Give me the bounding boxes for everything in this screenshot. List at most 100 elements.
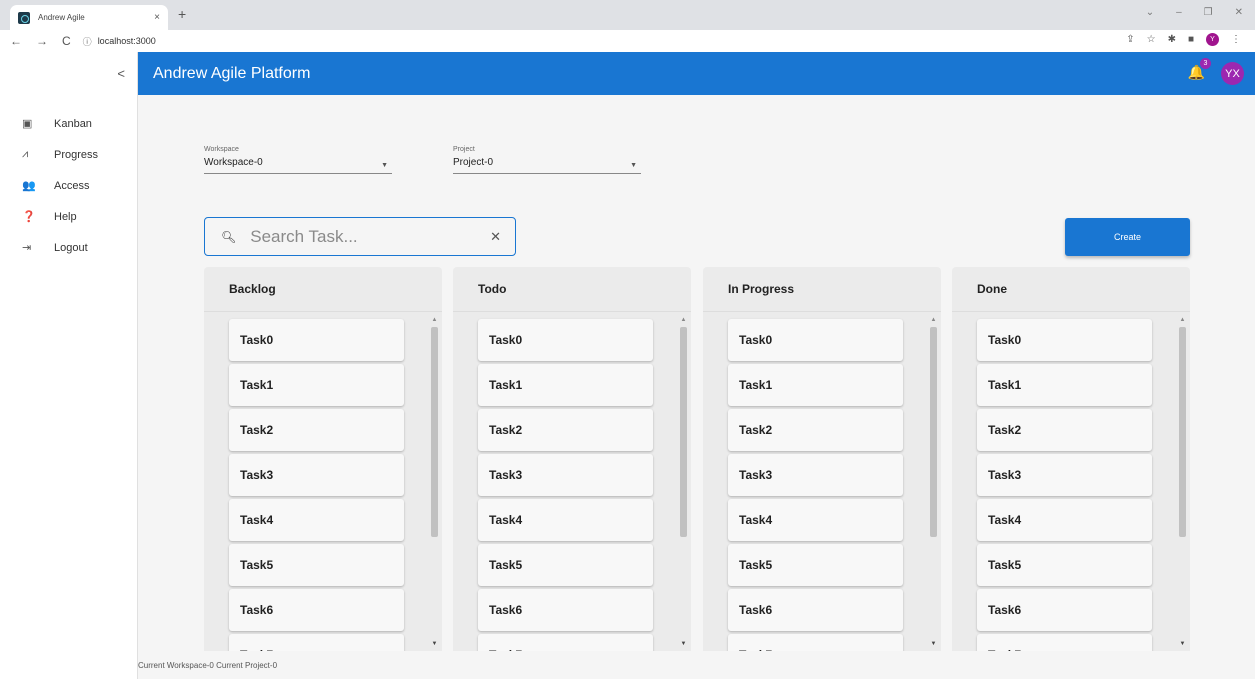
scroll-up-icon[interactable]: ▲ (929, 317, 938, 323)
window-controls: ⌄ – ❐ ✕ (1146, 7, 1243, 18)
people-icon: 👥 (22, 180, 36, 192)
tab-search-icon[interactable]: ⌄ (1146, 7, 1154, 18)
column-title: In Progress (703, 267, 941, 312)
task-card[interactable]: Task6 (229, 589, 404, 631)
scroll-down-icon[interactable]: ▼ (929, 641, 938, 647)
tab-close-icon[interactable]: × (154, 12, 160, 23)
scrollbar[interactable]: ▲ ▼ (1178, 317, 1187, 647)
sidebar-item-label: Help (54, 210, 77, 223)
task-card[interactable]: Task5 (977, 544, 1152, 586)
task-card[interactable]: Task2 (977, 409, 1152, 451)
scrollbar-thumb[interactable] (680, 327, 687, 537)
task-card[interactable]: Task6 (728, 589, 903, 631)
column-backlog: Backlog Task0 Task1 Task2 Task3 Task4 Ta… (204, 267, 442, 651)
task-card[interactable]: Task7 (977, 634, 1152, 651)
minimize-icon[interactable]: – (1176, 7, 1182, 18)
task-card[interactable]: Task7 (229, 634, 404, 651)
scroll-down-icon[interactable]: ▼ (430, 641, 439, 647)
url-text: localhost:3000 (97, 36, 156, 46)
task-card[interactable]: Task5 (728, 544, 903, 586)
workspace-value: Workspace-0 (204, 157, 263, 168)
browser-extensions: ⇪ ☆ ✱ ■ Y ⋮ (1126, 33, 1241, 46)
sidebar-item-help[interactable]: ❓ Help (0, 201, 138, 232)
card-list: Task0 Task1 Task2 Task3 Task4 Task5 Task… (977, 319, 1152, 651)
scrollbar-thumb[interactable] (431, 327, 438, 537)
scroll-up-icon[interactable]: ▲ (679, 317, 688, 323)
sidebar-item-kanban[interactable]: ▣ Kanban (0, 108, 138, 139)
collapse-sidebar-icon[interactable]: < (117, 66, 125, 81)
column-title: Todo (453, 267, 691, 312)
tab-title: Andrew Agile (38, 13, 85, 22)
clear-search-icon[interactable]: ✕ (490, 229, 501, 245)
forward-icon[interactable]: → (36, 34, 48, 48)
task-card[interactable]: Task1 (977, 364, 1152, 406)
sidebar-item-progress[interactable]: ⩘ Progress (0, 139, 138, 170)
workspace-label: Workspace (204, 146, 239, 153)
task-card[interactable]: Task1 (478, 364, 653, 406)
task-card[interactable]: Task3 (229, 454, 404, 496)
back-icon[interactable]: ← (10, 34, 22, 48)
browser-tab[interactable]: Andrew Agile × (10, 5, 168, 30)
reload-icon[interactable]: C (62, 34, 71, 48)
search-input[interactable] (250, 226, 471, 247)
workspace-select[interactable]: Workspace Workspace-0 ▼ (204, 146, 392, 174)
task-card[interactable]: Task0 (229, 319, 404, 361)
dropdown-arrow-icon: ▼ (381, 162, 388, 169)
task-card[interactable]: Task3 (728, 454, 903, 496)
scroll-down-icon[interactable]: ▼ (679, 641, 688, 647)
column-done: Done Task0 Task1 Task2 Task3 Task4 Task5… (952, 267, 1190, 651)
task-card[interactable]: Task5 (229, 544, 404, 586)
column-in-progress: In Progress Task0 Task1 Task2 Task3 Task… (703, 267, 941, 651)
task-card[interactable]: Task2 (728, 409, 903, 451)
scrollbar-thumb[interactable] (1179, 327, 1186, 537)
task-card[interactable]: Task0 (728, 319, 903, 361)
task-card[interactable]: Task3 (977, 454, 1152, 496)
task-card[interactable]: Task3 (478, 454, 653, 496)
task-card[interactable]: Task5 (478, 544, 653, 586)
logout-icon: ⇥ (22, 242, 32, 254)
search-box: 🔍︎ ✕ (204, 217, 516, 256)
profile-icon[interactable]: Y (1206, 33, 1219, 46)
kanban-icon: ▣ (22, 118, 33, 130)
scroll-up-icon[interactable]: ▲ (430, 317, 439, 323)
task-card[interactable]: Task6 (478, 589, 653, 631)
scrollbar[interactable]: ▲ ▼ (929, 317, 938, 647)
task-card[interactable]: Task4 (977, 499, 1152, 541)
site-info-icon[interactable]: ⓘ (83, 35, 92, 48)
task-card[interactable]: Task0 (478, 319, 653, 361)
browser-menu-icon[interactable]: ⋮ (1231, 34, 1241, 45)
close-window-icon[interactable]: ✕ (1235, 7, 1243, 18)
address-bar: ← → C ⓘ localhost:3000 ⇪ ☆ ✱ ■ Y ⋮ (0, 30, 1255, 52)
task-card[interactable]: Task1 (229, 364, 404, 406)
new-tab-button[interactable]: + (178, 6, 186, 22)
scrollbar[interactable]: ▲ ▼ (430, 317, 439, 647)
task-card[interactable]: Task0 (977, 319, 1152, 361)
scroll-down-icon[interactable]: ▼ (1178, 641, 1187, 647)
sidebar-item-label: Logout (54, 241, 88, 254)
scrollbar-thumb[interactable] (930, 327, 937, 537)
scrollbar[interactable]: ▲ ▼ (679, 317, 688, 647)
project-select[interactable]: Project Project-0 ▼ (453, 146, 641, 174)
task-card[interactable]: Task4 (229, 499, 404, 541)
task-card[interactable]: Task4 (728, 499, 903, 541)
bookmark-star-icon[interactable]: ☆ (1147, 34, 1156, 45)
sidebar-item-access[interactable]: 👥 Access (0, 170, 138, 201)
create-button[interactable]: Create (1065, 218, 1190, 256)
task-card[interactable]: Task4 (478, 499, 653, 541)
task-card[interactable]: Task7 (728, 634, 903, 651)
task-card[interactable]: Task2 (478, 409, 653, 451)
url-field[interactable]: ⓘ localhost:3000 (83, 35, 156, 48)
task-card[interactable]: Task7 (478, 634, 653, 651)
task-card[interactable]: Task6 (977, 589, 1152, 631)
task-card[interactable]: Task2 (229, 409, 404, 451)
notifications-bell-icon[interactable]: 🔔 3 (1188, 58, 1211, 81)
task-card[interactable]: Task1 (728, 364, 903, 406)
user-avatar[interactable]: YX (1221, 62, 1244, 85)
share-icon[interactable]: ⇪ (1126, 34, 1134, 45)
extensions-icon[interactable]: ✱ (1168, 34, 1176, 45)
scroll-up-icon[interactable]: ▲ (1178, 317, 1187, 323)
progress-icon: ⩘ (22, 148, 29, 160)
sidebar-item-logout[interactable]: ⇥ Logout (0, 232, 138, 263)
side-panel-icon[interactable]: ■ (1188, 34, 1194, 45)
restore-icon[interactable]: ❐ (1204, 7, 1213, 18)
